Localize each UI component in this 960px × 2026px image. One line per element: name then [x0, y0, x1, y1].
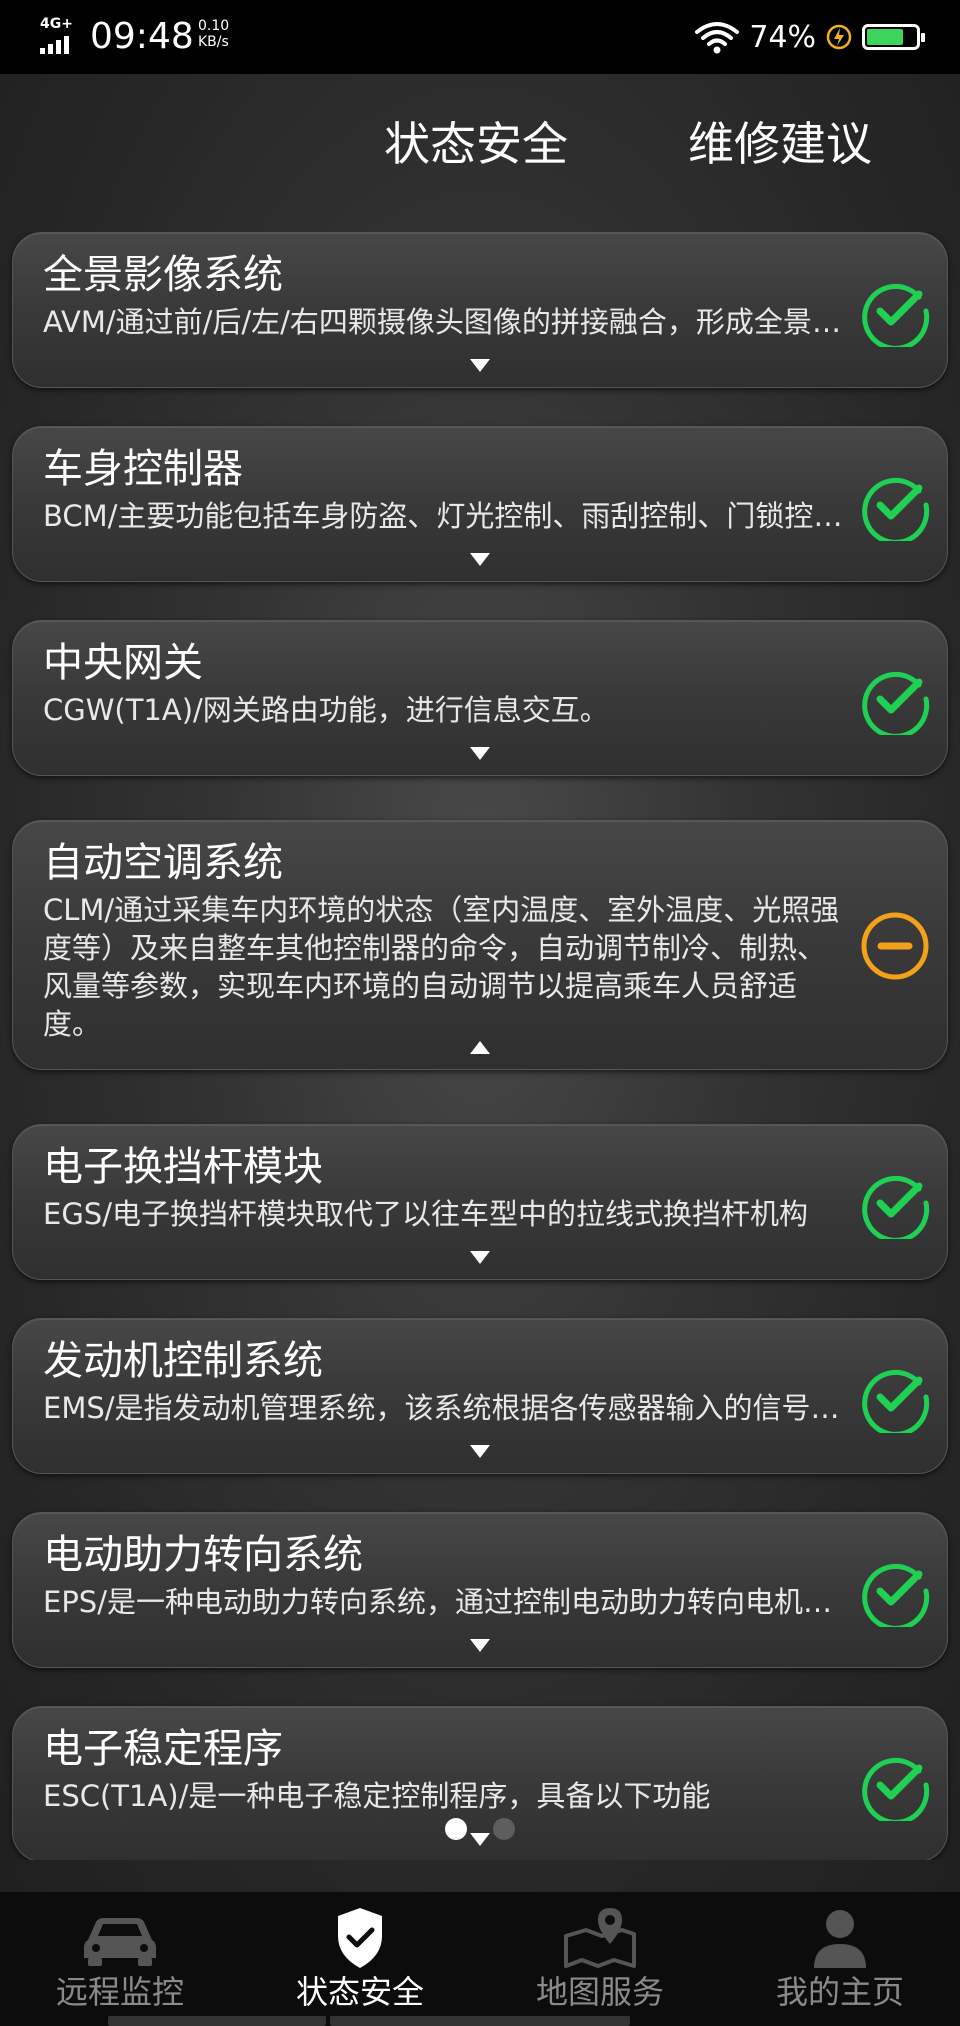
check-circle-icon	[862, 1175, 930, 1239]
system-title: 电子稳定程序	[43, 1726, 283, 1772]
nav-status-safety[interactable]: 状态安全	[240, 1892, 480, 2026]
system-title: 中央网关	[43, 640, 203, 686]
expand-caret-icon[interactable]	[470, 1445, 490, 1458]
car-icon	[84, 1918, 156, 1966]
main-content: 状态安全 维修建议 全景影像系统 AVM/通过前/后/左/右四颗摄像头图像的拼接融…	[0, 74, 960, 1892]
wifi-icon	[695, 22, 740, 54]
battery-percent: 74%	[749, 19, 816, 55]
system-description: ESC(T1A)/是一种电子稳定控制程序，具备以下功能	[43, 1779, 711, 1813]
home-indicator-right	[330, 2016, 630, 2026]
battery-icon	[862, 24, 925, 50]
charging-icon	[826, 24, 852, 50]
cellular-signal-icon: 4G+	[40, 16, 84, 54]
system-description: AVM/通过前/后/左/右四颗摄像头图像的拼接融合，形成全景影像并显示，辅助驾驶…	[43, 305, 853, 339]
clock: 09:48	[90, 16, 194, 57]
status-bar: 4G+ 09:48 0.10 KB/s 74%	[0, 0, 960, 74]
system-description: BCM/主要功能包括车身防盗、灯光控制、雨刮控制、门锁控制等	[43, 499, 853, 533]
nav-label: 我的主页	[775, 1973, 904, 2011]
page-dot-2	[493, 1818, 515, 1840]
nav-remote-monitor[interactable]: 远程监控	[0, 1892, 240, 2026]
system-card[interactable]: 全景影像系统 AVM/通过前/后/左/右四颗摄像头图像的拼接融合，形成全景影像并显…	[12, 232, 948, 388]
check-circle-icon	[862, 477, 930, 541]
system-description: EGS/电子换挡杆模块取代了以往车型中的拉线式换挡杆机构	[43, 1197, 808, 1231]
nav-my-home[interactable]: 我的主页	[720, 1892, 960, 2026]
network-type: 4G+	[40, 16, 73, 32]
network-speed-unit: KB/s	[198, 34, 229, 50]
header-tabs: 状态安全 维修建议	[0, 74, 960, 214]
system-card[interactable]: 发动机控制系统 EMS/是指发动机管理系统，该系统根据各传感器输入的信号控制发动机…	[12, 1318, 948, 1474]
bottom-nav: 远程监控 状态安全 地图服务 我的主页	[0, 1892, 960, 2026]
network-speed: 0.10 KB/s	[198, 18, 229, 50]
expand-caret-icon[interactable]	[470, 1251, 490, 1264]
system-card[interactable]: 电动助力转向系统 EPS/是一种电动助力转向系统，通过控制电动助力转向电机提供转向…	[12, 1512, 948, 1668]
system-title: 自动空调系统	[43, 840, 283, 886]
expand-caret-icon[interactable]	[470, 553, 490, 566]
page-dot-1	[445, 1818, 467, 1840]
check-circle-icon	[862, 671, 930, 735]
shield-check-icon	[338, 1908, 382, 1968]
system-title: 发动机控制系统	[43, 1338, 323, 1384]
expand-caret-icon[interactable]	[470, 359, 490, 372]
check-circle-icon	[862, 1757, 930, 1821]
expand-caret-icon[interactable]	[470, 747, 490, 760]
check-circle-icon	[862, 283, 930, 347]
system-description: EPS/是一种电动助力转向系统，通过控制电动助力转向电机提供转向助力	[43, 1585, 853, 1619]
collapse-caret-icon[interactable]	[470, 1041, 490, 1054]
system-title: 车身控制器	[43, 446, 243, 492]
system-title: 全景影像系统	[43, 252, 283, 298]
system-description: CLM/通过采集车内环境的状态（室内温度、室外温度、光照强度等）及来自整车其他控…	[43, 893, 840, 1041]
system-title: 电子换挡杆模块	[43, 1144, 323, 1190]
map-pin-icon	[564, 1908, 636, 1968]
system-card[interactable]: 车身控制器 BCM/主要功能包括车身防盗、灯光控制、雨刮控制、门锁控制等	[12, 426, 948, 582]
network-speed-value: 0.10	[198, 18, 230, 34]
user-icon	[814, 1910, 866, 1968]
tab-status-safety[interactable]: 状态安全	[384, 114, 568, 174]
system-description: CGW(T1A)/网关路由功能，进行信息交互。	[43, 693, 609, 727]
system-title: 电动助力转向系统	[43, 1532, 363, 1578]
check-circle-icon	[862, 1563, 930, 1627]
minus-circle-icon	[861, 912, 929, 980]
system-card[interactable]: 电子换挡杆模块 EGS/电子换挡杆模块取代了以往车型中的拉线式换挡杆机构	[12, 1124, 948, 1280]
system-list[interactable]: 全景影像系统 AVM/通过前/后/左/右四颗摄像头图像的拼接融合，形成全景影像并显…	[0, 232, 960, 1860]
home-indicator-left	[108, 2016, 326, 2026]
check-circle-icon	[862, 1369, 930, 1433]
nav-map-service[interactable]: 地图服务	[480, 1892, 720, 2026]
tab-repair-advice[interactable]: 维修建议	[688, 114, 872, 174]
system-description: EMS/是指发动机管理系统，该系统根据各传感器输入的信号控制发动机工作	[43, 1391, 853, 1425]
system-card[interactable]: 自动空调系统 CLM/通过采集车内环境的状态（室内温度、室外温度、光照强度等）及来…	[12, 820, 948, 1070]
nav-label: 远程监控	[55, 1973, 184, 2011]
nav-label: 状态安全	[295, 1973, 424, 2011]
nav-label: 地图服务	[535, 1973, 664, 2011]
system-card[interactable]: 中央网关 CGW(T1A)/网关路由功能，进行信息交互。	[12, 620, 948, 776]
page-indicator	[0, 1818, 960, 1842]
expand-caret-icon[interactable]	[470, 1639, 490, 1652]
